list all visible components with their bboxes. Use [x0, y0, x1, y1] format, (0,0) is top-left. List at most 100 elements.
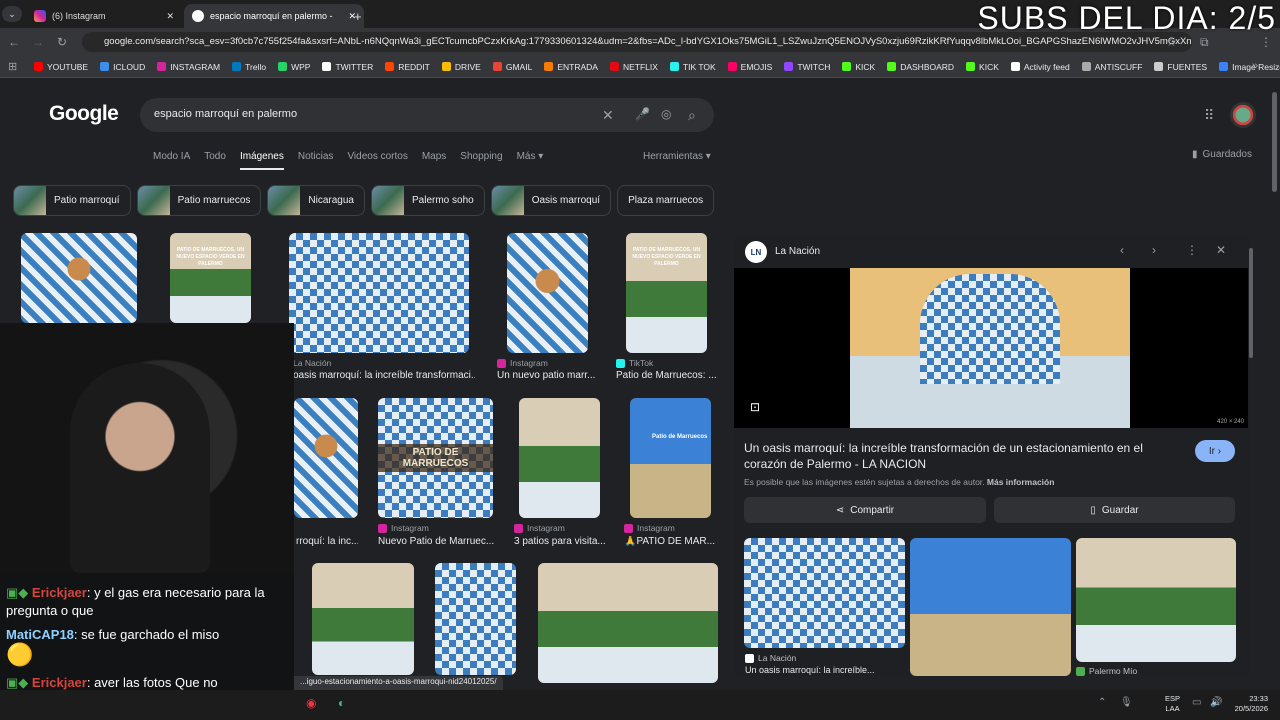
- result-caption[interactable]: rroquí: la inc...: [296, 536, 358, 547]
- panel-title[interactable]: Un oasis marroquí: la increíble transfor…: [744, 440, 1164, 472]
- bookmark-item[interactable]: FUENTES: [1154, 62, 1207, 72]
- result-caption[interactable]: Nuevo Patio de Marruec...: [378, 536, 494, 547]
- more-info-link[interactable]: Más información: [987, 477, 1055, 487]
- chrome-icon[interactable]: ◐: [338, 696, 345, 710]
- search-input[interactable]: espacio marroquí en palermo: [140, 98, 714, 132]
- clear-icon[interactable]: ✕: [602, 107, 614, 124]
- share-button[interactable]: ⋖ Compartir: [744, 497, 986, 523]
- result-image[interactable]: [519, 398, 600, 518]
- avatar[interactable]: [1230, 102, 1256, 128]
- extensions-icon[interactable]: ⧉: [1200, 35, 1209, 50]
- bookmark-item[interactable]: NETFLIX: [609, 62, 658, 72]
- result-image[interactable]: [538, 563, 718, 683]
- google-logo[interactable]: Google: [49, 102, 119, 126]
- mic-icon[interactable]: 🎤: [635, 107, 650, 121]
- saved-button[interactable]: ▮ Guardados: [1192, 149, 1252, 160]
- tab-shopping[interactable]: Shopping: [460, 151, 502, 170]
- tab-instagram[interactable]: (6) Instagram ✕: [26, 4, 182, 28]
- mic-tray-icon[interactable]: 🎙: [1120, 697, 1133, 708]
- result-caption[interactable]: oasis marroquí: la increíble transformac…: [293, 370, 475, 381]
- bookmark-item[interactable]: REDDIT: [385, 62, 430, 72]
- bookmark-item[interactable]: ANTISCUFF: [1081, 62, 1142, 72]
- bookmark-item[interactable]: ENTRADA: [544, 62, 598, 72]
- result-caption[interactable]: Patio de Marruecos: ...: [616, 370, 716, 381]
- panel-scrollbar[interactable]: [1249, 248, 1253, 358]
- related-image[interactable]: [1076, 538, 1236, 662]
- lens-search-icon[interactable]: ⊡: [750, 400, 760, 414]
- bookmark-item[interactable]: DRIVE: [441, 62, 481, 72]
- result-caption[interactable]: Un nuevo patio marr...: [497, 370, 601, 381]
- panel-source[interactable]: La Nación: [775, 246, 820, 257]
- lens-icon[interactable]: ◎: [661, 107, 671, 121]
- prev-icon[interactable]: ‹: [1120, 243, 1124, 257]
- tab-search-button[interactable]: ⌄: [2, 6, 22, 22]
- chip-patio-marruecos[interactable]: Patio marruecos: [136, 185, 262, 216]
- save-button[interactable]: ▯ Guardar: [994, 497, 1235, 523]
- tab-videos-cortos[interactable]: Videos cortos: [347, 151, 407, 170]
- result-image[interactable]: [289, 233, 469, 353]
- result-image[interactable]: [312, 563, 414, 675]
- result-image[interactable]: PATIO DE MARRUECOS, UN NUEVO ESPACIO VER…: [170, 233, 251, 323]
- chip-patio-marroqui[interactable]: Patio marroquí: [13, 185, 131, 216]
- result-image[interactable]: [435, 563, 516, 675]
- bookmark-item[interactable]: KICK: [966, 62, 999, 72]
- chip-plaza-marruecos[interactable]: Plaza marruecos: [617, 185, 715, 216]
- volume-icon[interactable]: 🔊: [1210, 697, 1222, 708]
- bookmark-item[interactable]: YOUTUBE: [34, 62, 88, 72]
- more-icon[interactable]: ⋮: [1186, 243, 1198, 257]
- bookmark-item[interactable]: Image Resizer | Resi...: [1219, 62, 1280, 72]
- monitor-icon[interactable]: ▭: [1192, 697, 1201, 708]
- bookmark-item[interactable]: Activity feed: [1010, 62, 1070, 72]
- reload-icon[interactable]: ↻: [57, 35, 67, 49]
- tab-mas[interactable]: Más ▾: [517, 151, 544, 170]
- result-caption[interactable]: 🙏PATIO DE MAR...: [624, 536, 718, 547]
- tab-maps[interactable]: Maps: [422, 151, 446, 170]
- tab-noticias[interactable]: Noticias: [298, 151, 334, 170]
- chip-nicaragua[interactable]: Nicaragua: [267, 185, 365, 216]
- result-image[interactable]: [507, 233, 588, 353]
- chip-palermo-soho[interactable]: Palermo soho: [371, 185, 485, 216]
- result-image[interactable]: [294, 398, 358, 518]
- tab-google[interactable]: espacio marroquí en palermo - ✕: [184, 4, 364, 28]
- related-image[interactable]: [910, 538, 1071, 676]
- search-icon[interactable]: ⌕: [688, 107, 696, 124]
- bookmark-item[interactable]: ICLOUD: [100, 62, 145, 72]
- menu-icon[interactable]: ⋮: [1260, 35, 1272, 49]
- star-icon[interactable]: ☆: [1166, 35, 1177, 49]
- obs-icon[interactable]: ◉: [306, 696, 316, 710]
- back-icon[interactable]: ←: [8, 35, 20, 49]
- tools-button[interactable]: Herramientas ▾: [643, 151, 711, 162]
- result-image[interactable]: PATIO DE MARRUECOS: [378, 398, 493, 518]
- tab-modo-ia[interactable]: Modo IA: [153, 151, 190, 170]
- tab-imagenes[interactable]: Imágenes: [239, 151, 284, 170]
- close-icon[interactable]: ✕: [166, 11, 174, 22]
- google-apps-icon[interactable]: ⠿: [1204, 107, 1214, 124]
- tab-todo[interactable]: Todo: [204, 151, 226, 170]
- bookmark-item[interactable]: Trello: [232, 62, 266, 72]
- more-bookmarks-icon[interactable]: »: [1252, 60, 1258, 72]
- bookmark-item[interactable]: EMOJIS: [727, 62, 772, 72]
- result-image[interactable]: PATIO DE MARRUECOS, UN NUEVO ESPACIO VER…: [626, 233, 707, 353]
- next-icon[interactable]: ›: [1152, 243, 1156, 257]
- bookmark-item[interactable]: TIK TOK: [669, 62, 716, 72]
- bookmark-item[interactable]: INSTAGRAM: [157, 62, 220, 72]
- result-image[interactable]: Patio de Marruecos: [630, 398, 711, 518]
- preview-image[interactable]: [850, 268, 1130, 428]
- result-caption[interactable]: 3 patios para visita...: [514, 536, 606, 547]
- bookmark-item[interactable]: TWITTER: [322, 62, 373, 72]
- close-icon[interactable]: ✕: [1216, 243, 1226, 257]
- apps-icon[interactable]: ⊞: [8, 60, 17, 73]
- result-image[interactable]: [21, 233, 137, 323]
- related-caption[interactable]: Un oasis marroquí: la increíble...: [745, 665, 905, 675]
- chip-oasis-marroqui[interactable]: Oasis marroquí: [490, 185, 612, 216]
- bookmark-item[interactable]: KICK: [842, 62, 875, 72]
- visit-button[interactable]: Ir ›: [1195, 440, 1235, 462]
- forward-icon[interactable]: →: [32, 35, 44, 49]
- related-image[interactable]: [744, 538, 905, 648]
- bookmark-item[interactable]: GMAIL: [492, 62, 532, 72]
- tray-chevron-icon[interactable]: ⌃: [1098, 697, 1106, 708]
- language-indicator[interactable]: ESP LAA: [1165, 694, 1180, 714]
- clock[interactable]: 23:33 20/5/2026: [1228, 694, 1268, 714]
- bookmark-item[interactable]: WPP: [278, 62, 310, 72]
- bookmark-item[interactable]: TWITCH: [784, 62, 830, 72]
